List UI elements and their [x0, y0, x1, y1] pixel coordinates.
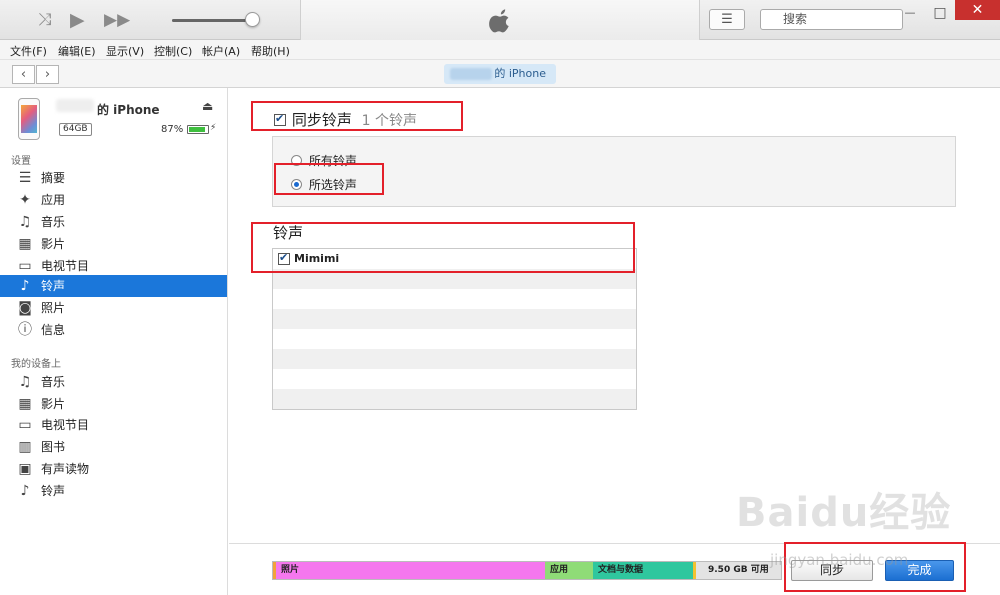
device-item-music[interactable]: ♫ 音乐	[0, 371, 227, 393]
sidebar-item-label: 摘要	[41, 171, 66, 185]
sidebar-item-label: 照片	[41, 301, 66, 315]
iphone-icon	[18, 98, 40, 140]
menu-view[interactable]: 显示(V)	[106, 43, 144, 59]
storage-segment-free: 9.50 GB 可用	[696, 562, 781, 579]
storage-bar: 照片 应用 文档与数据 9.50 GB 可用	[272, 561, 782, 580]
highlight-box-tones	[251, 222, 635, 273]
apps-icon: ✦	[19, 192, 31, 208]
sidebar-item-label: 影片	[41, 237, 66, 251]
info-icon: ⓘ	[18, 322, 32, 338]
play-icon[interactable]: ▶	[70, 9, 85, 31]
storage-segment-apps: 应用	[545, 562, 593, 579]
sidebar-item-label: 有声读物	[41, 462, 90, 476]
back-button[interactable]: ‹	[12, 65, 35, 84]
sidebar-item-label: 影片	[41, 397, 66, 411]
device-pill-label: 的 iPhone	[494, 67, 546, 80]
music-icon: ♫	[18, 374, 32, 390]
maximize-button[interactable]: □	[925, 4, 955, 22]
menu-account[interactable]: 帐户(A)	[202, 43, 240, 59]
menu-help[interactable]: 帮助(H)	[251, 43, 290, 59]
tv-icon: ▭	[18, 258, 32, 274]
film-icon: ▦	[18, 236, 32, 252]
audiobook-icon: ▣	[18, 461, 32, 477]
menu-edit[interactable]: 编辑(E)	[58, 43, 96, 59]
highlight-box-sync	[251, 101, 463, 131]
sidebar-item-label: 音乐	[41, 375, 66, 389]
sidebar-item-label: 图书	[41, 440, 66, 454]
menu-controls[interactable]: 控制(C)	[154, 43, 192, 59]
sidebar-item-label: 应用	[41, 193, 66, 207]
highlight-box-selected	[274, 163, 384, 195]
settings-section-label: 设置	[11, 156, 31, 167]
empty-row	[273, 289, 636, 309]
nav-bar: ‹ › 的 iPhone	[0, 60, 1000, 88]
sidebar-item-label: 电视节目	[41, 418, 90, 432]
on-device-section-label: 我的设备上	[11, 359, 61, 370]
charging-icon: ⚡	[210, 123, 217, 133]
empty-row	[273, 329, 636, 349]
minimize-button[interactable]: —	[895, 4, 925, 22]
battery-icon	[187, 125, 209, 134]
empty-row	[273, 309, 636, 329]
apple-logo-icon	[489, 9, 509, 33]
title-bar: ⤨ ▶ ▶▶ ☰ ⌕ 搜索 — □ ✕	[0, 0, 1000, 40]
storage-segment-docs: 文档与数据	[593, 562, 693, 579]
empty-row	[273, 349, 636, 369]
sidebar-item-tv-shows[interactable]: ▭ 电视节目	[0, 255, 227, 277]
device-item-audiobooks[interactable]: ▣ 有声读物	[0, 458, 227, 480]
sidebar-item-photos[interactable]: ◙ 照片	[0, 297, 227, 319]
device-item-books[interactable]: ▥ 图书	[0, 436, 227, 458]
shuffle-icon[interactable]: ⤨	[38, 9, 52, 31]
device-item-movies[interactable]: ▦ 影片	[0, 393, 227, 415]
sidebar-item-music[interactable]: ♫ 音乐	[0, 211, 227, 233]
bell-icon: ♪	[20, 278, 30, 294]
storage-segment-photos: 照片	[273, 562, 545, 579]
tv-icon: ▭	[18, 417, 32, 433]
menu-file[interactable]: 文件(F)	[10, 43, 47, 59]
sidebar-item-label: 铃声	[41, 279, 66, 293]
bell-icon: ♪	[20, 483, 30, 499]
empty-row	[273, 369, 636, 389]
menu-bar: 文件(F) 编辑(E) 显示(V) 控制(C) 帐户(A) 帮助(H)	[0, 40, 1000, 60]
film-icon: ▦	[18, 396, 32, 412]
device-name: 的 iPhone	[97, 103, 160, 117]
forward-button[interactable]: ›	[36, 65, 59, 84]
sidebar-item-tones[interactable]: ♪ 铃声	[0, 275, 227, 297]
music-icon: ♫	[18, 214, 32, 230]
watermark-url: jingyan.baidu.com	[770, 551, 909, 569]
sidebar-item-label: 音乐	[41, 215, 66, 229]
capacity-badge: 64GB	[59, 123, 92, 136]
watermark-brand: Baidu经验	[736, 490, 952, 536]
sidebar: 的 iPhone ⏏ 64GB 87% ⚡ 设置 ☰ 摘要 ✦ 应用 ♫ 音乐 …	[0, 88, 228, 595]
device-item-tones[interactable]: ♪ 铃声	[0, 480, 227, 502]
sidebar-item-movies[interactable]: ▦ 影片	[0, 233, 227, 255]
sidebar-item-summary[interactable]: ☰ 摘要	[0, 167, 227, 189]
close-button[interactable]: ✕	[955, 0, 1000, 20]
list-view-button[interactable]: ☰	[709, 9, 745, 30]
sidebar-item-apps[interactable]: ✦ 应用	[0, 189, 227, 211]
search-input[interactable]: 搜索	[760, 9, 903, 30]
sidebar-item-label: 铃声	[41, 484, 66, 498]
volume-knob[interactable]	[245, 12, 260, 27]
redacted-name	[56, 99, 94, 112]
camera-icon: ◙	[18, 300, 32, 316]
summary-icon: ☰	[18, 170, 32, 186]
device-button[interactable]: 的 iPhone	[444, 64, 556, 84]
status-display	[300, 0, 700, 40]
empty-row	[273, 389, 636, 409]
sidebar-item-info[interactable]: ⓘ 信息	[0, 319, 227, 341]
eject-icon[interactable]: ⏏	[202, 99, 213, 113]
fast-forward-icon[interactable]: ▶▶	[104, 9, 130, 31]
sidebar-item-label: 信息	[41, 323, 66, 337]
battery-percent: 87%	[161, 124, 184, 135]
book-icon: ▥	[18, 439, 32, 455]
device-item-tv-shows[interactable]: ▭ 电视节目	[0, 414, 227, 436]
sidebar-item-label: 电视节目	[41, 259, 90, 273]
